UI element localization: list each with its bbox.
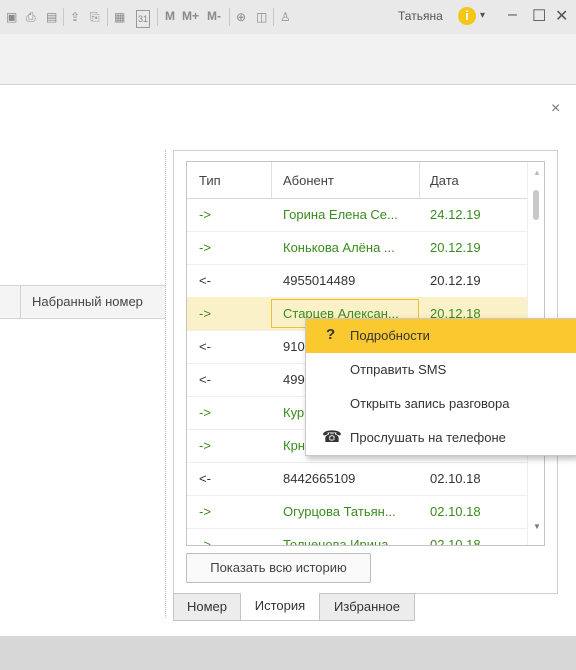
row-type: <- xyxy=(199,339,211,354)
row-type: <- xyxy=(199,471,211,486)
table-header: Тип Абонент Дата xyxy=(187,162,544,199)
table-row[interactable]: <- 4955014489 20.12.19 xyxy=(187,264,527,298)
row-date: 24.12.19 xyxy=(430,207,481,222)
menu-item-label: Прослушать на телефоне xyxy=(350,430,506,445)
row-date: 02.10.18 xyxy=(430,471,481,486)
show-full-history-button[interactable]: Показать всю историю xyxy=(186,553,371,583)
table-row[interactable]: <- 8442665109 02.10.18 xyxy=(187,462,527,496)
scrollbar-thumb[interactable] xyxy=(533,190,539,220)
row-abonent: Горина Елена Се... xyxy=(283,207,398,222)
memory-subtract-button[interactable]: M- xyxy=(207,9,221,23)
left-table-header: Набранный номер xyxy=(0,285,165,319)
row-type: -> xyxy=(199,504,211,519)
menu-item-open-recording[interactable]: Открыть запись разговора xyxy=(306,387,576,421)
row-type: -> xyxy=(199,405,211,420)
row-abonent: 910 xyxy=(283,339,305,354)
toolbar-divider xyxy=(273,8,274,26)
row-abonent: Огурцова Татьян... xyxy=(283,504,396,519)
menu-item-label: Отправить SMS xyxy=(350,362,447,377)
calculator-icon[interactable]: ▦ xyxy=(114,9,125,25)
toolbar-divider xyxy=(157,8,158,26)
close-icon[interactable]: ✕ xyxy=(555,6,568,26)
upload-icon[interactable]: ⇪ xyxy=(70,9,80,25)
row-abonent: Кур xyxy=(283,405,305,420)
menu-item-listen-on-phone[interactable]: ☎ Прослушать на телефоне xyxy=(306,421,576,455)
column-divider xyxy=(271,162,272,198)
phone-icon: ☎ xyxy=(322,429,342,446)
table-row[interactable]: -> Конькова Алёна ... 20.12.19 xyxy=(187,231,527,265)
table-row[interactable]: -> Толченова Ирина... 02.10.18 xyxy=(187,528,527,546)
menu-item-label: Открыть запись разговора xyxy=(350,396,510,411)
menu-item-send-sms[interactable]: Отправить SMS xyxy=(306,353,576,387)
toolbar-divider xyxy=(229,8,230,26)
row-type: <- xyxy=(199,372,211,387)
print-icon[interactable]: ⎙ xyxy=(26,9,36,25)
row-abonent: 499 xyxy=(283,372,305,387)
context-menu: ? Подробности Отправить SMS Открыть запи… xyxy=(305,318,576,456)
scroll-up-icon[interactable]: ▲ xyxy=(533,168,541,177)
menu-item-label: Подробности xyxy=(350,328,430,343)
row-type: -> xyxy=(199,438,211,453)
panel-icon[interactable]: ◫ xyxy=(256,9,267,25)
column-divider xyxy=(20,286,21,318)
tab-favorites[interactable]: Избранное xyxy=(319,593,415,621)
memory-button[interactable]: M xyxy=(165,9,175,23)
row-abonent: 4955014489 xyxy=(283,273,356,288)
type-column-header[interactable]: Тип xyxy=(199,173,221,188)
table-row[interactable]: -> Горина Елена Се... 24.12.19 xyxy=(187,198,527,232)
row-date: 20.12.19 xyxy=(430,240,481,255)
row-date: 02.10.18 xyxy=(430,504,481,519)
print-preview-icon[interactable]: ⎘ xyxy=(90,9,100,25)
row-abonent: Толченова Ирина... xyxy=(283,537,400,546)
table-row[interactable]: -> Огурцова Татьян... 02.10.18 xyxy=(187,495,527,529)
row-type: <- xyxy=(199,273,211,288)
row-type: -> xyxy=(199,207,211,222)
question-icon: ? xyxy=(326,326,336,343)
toolbar-divider xyxy=(107,8,108,26)
zoom-icon[interactable]: ⊕ xyxy=(236,9,246,25)
memory-add-button[interactable]: M+ xyxy=(182,9,199,23)
tab-history[interactable]: История xyxy=(240,593,320,621)
maximize-icon[interactable]: ☐ xyxy=(532,6,546,26)
command-bar xyxy=(0,34,576,85)
user-name[interactable]: Татьяна xyxy=(398,9,443,23)
scroll-down-icon[interactable]: ▼ xyxy=(533,522,541,531)
title-bar: ▣ ⎙ ▤ ⇪ ⎘ ▦ 31 M M+ M- ⊕ ◫ ♙ Татьяна i ▾… xyxy=(0,0,576,34)
info-icon[interactable]: i xyxy=(458,7,476,25)
calendar-icon[interactable]: 31 xyxy=(136,10,151,28)
row-abonent: 8442665109 xyxy=(283,471,356,486)
tab-number[interactable]: Номер xyxy=(173,593,241,621)
date-column-header[interactable]: Дата xyxy=(430,173,459,188)
toolbar-divider xyxy=(63,8,64,26)
column-divider xyxy=(419,162,420,198)
row-type: -> xyxy=(199,240,211,255)
pane-splitter[interactable] xyxy=(165,150,166,618)
row-abonent: Конькова Алёна ... xyxy=(283,240,395,255)
row-date: 02.10.18 xyxy=(430,537,481,546)
row-date: 20.12.19 xyxy=(430,273,481,288)
minimize-icon[interactable]: – xyxy=(508,6,517,24)
form-close-icon[interactable]: × xyxy=(551,100,560,118)
row-type: -> xyxy=(199,306,211,321)
row-abonent: Крн xyxy=(283,438,305,453)
preview-icon[interactable]: ▤ xyxy=(46,9,57,25)
abonent-column-header[interactable]: Абонент xyxy=(283,173,334,188)
user-icon[interactable]: ♙ xyxy=(280,9,291,25)
chevron-down-icon[interactable]: ▾ xyxy=(480,10,485,21)
dialed-number-column-header[interactable]: Набранный номер xyxy=(32,294,143,309)
status-bar xyxy=(0,636,576,670)
row-type: -> xyxy=(199,537,211,546)
menu-item-details[interactable]: ? Подробности xyxy=(306,319,576,353)
save-icon[interactable]: ▣ xyxy=(6,9,17,25)
